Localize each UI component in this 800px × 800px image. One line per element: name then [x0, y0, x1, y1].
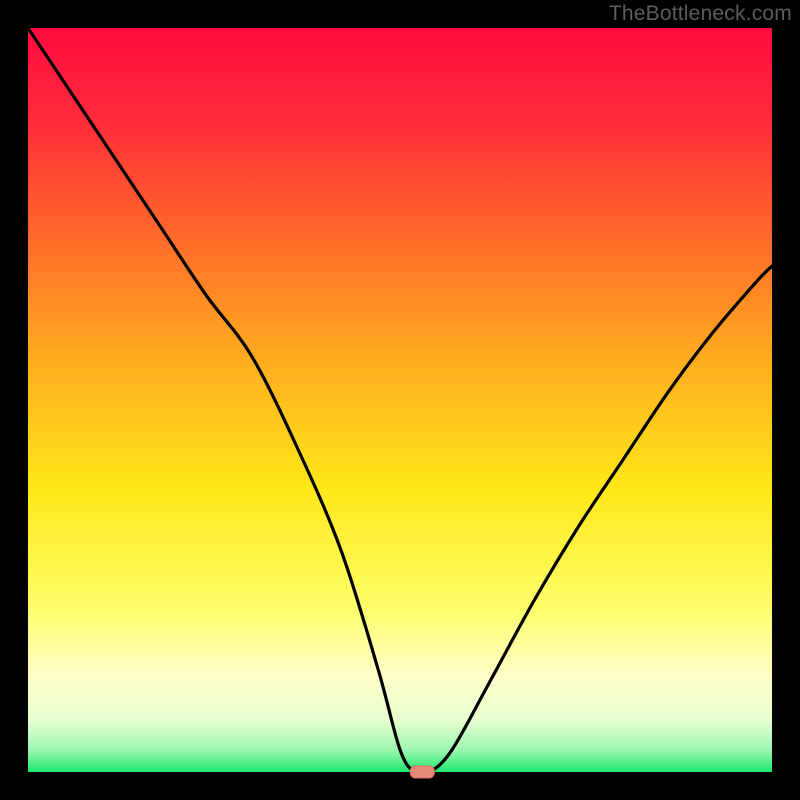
watermark-text: TheBottleneck.com	[609, 2, 792, 26]
chart-svg	[0, 0, 800, 800]
bottleneck-chart: TheBottleneck.com	[0, 0, 800, 800]
optimal-point-marker	[410, 766, 434, 778]
plot-area	[28, 28, 772, 772]
